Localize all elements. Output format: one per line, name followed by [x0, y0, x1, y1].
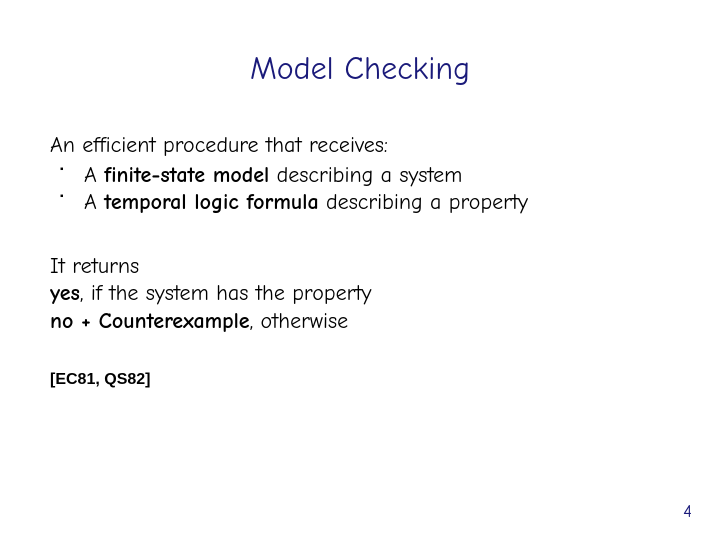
text: A — [84, 162, 104, 188]
citations: [EC81, QS82] — [50, 371, 670, 389]
keyword: finite-state model — [104, 162, 269, 188]
returns-intro: It returns — [50, 253, 670, 281]
text: A — [84, 189, 104, 215]
returns-yes-line: yes, if the system has the property — [50, 280, 670, 308]
slide: Model Checking An efficient procedure th… — [0, 0, 720, 540]
slide-title: Model Checking — [50, 50, 670, 87]
receives-intro: An efficient procedure that receives: — [50, 132, 670, 160]
text: describing a system — [269, 162, 462, 188]
keyword: yes — [50, 280, 80, 306]
text: describing a property — [319, 189, 528, 215]
returns-block: It returns yes, if the system has the pr… — [50, 253, 670, 336]
keyword: no + Counterexample — [50, 308, 250, 334]
list-item: A finite-state model describing a system — [60, 162, 670, 190]
returns-no-line: no + Counterexample, otherwise — [50, 308, 670, 336]
keyword: temporal logic formula — [104, 189, 319, 215]
text: , otherwise — [250, 308, 349, 334]
list-item: A temporal logic formula describing a pr… — [60, 189, 670, 217]
text: , if the system has the property — [80, 280, 372, 306]
page-number: 4 — [683, 501, 692, 522]
receives-list: A finite-state model describing a system… — [60, 162, 670, 217]
receives-block: An efficient procedure that receives: A … — [50, 132, 670, 217]
